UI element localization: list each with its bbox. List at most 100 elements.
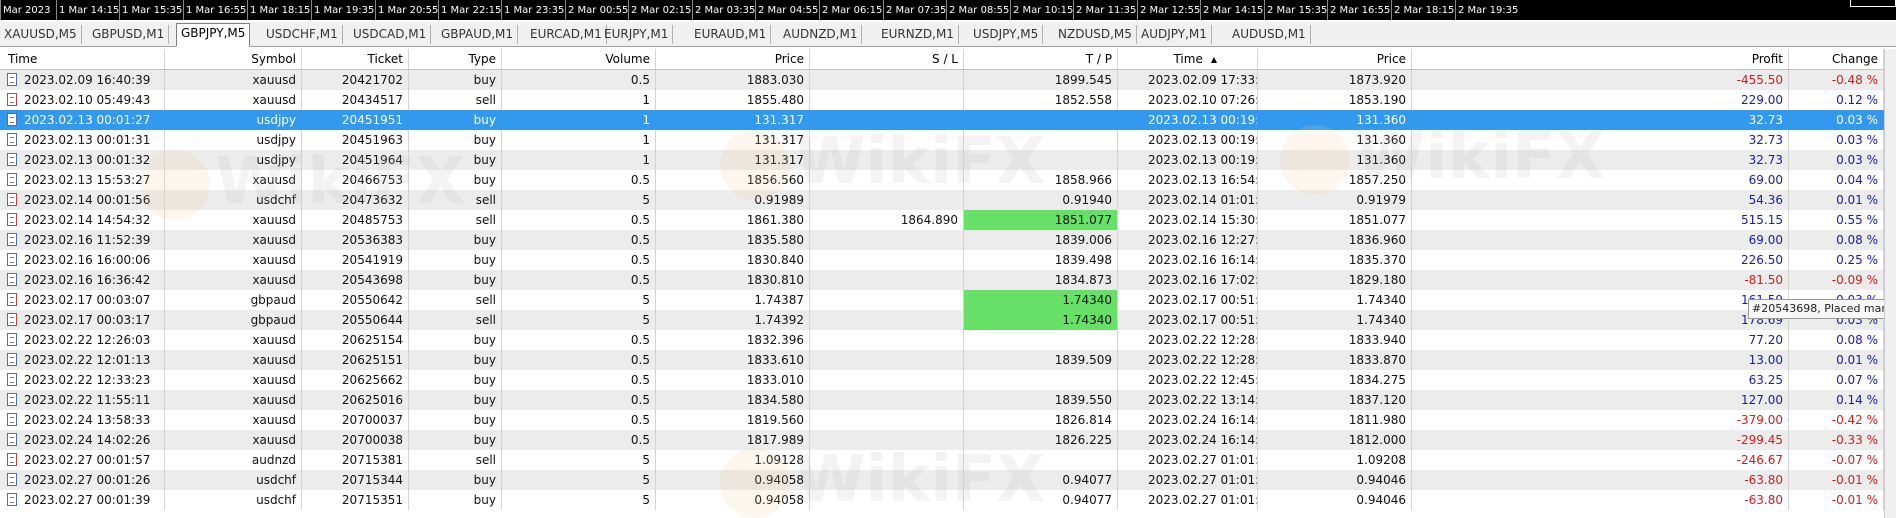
- table-row[interactable]: 2023.02.10 05:49:43 xauusd 20434517 sell 1 18…: [0, 90, 1884, 110]
- cell-symbol: xauusd: [165, 430, 302, 450]
- cell-close-price: 131.360: [1258, 110, 1412, 130]
- header-profit[interactable]: Profit: [1412, 49, 1789, 69]
- cell-price: 1861.380: [656, 210, 810, 230]
- cell-symbol: usdjpy: [165, 110, 302, 130]
- tab-eurcad-m1[interactable]: EURCAD,M1: [526, 25, 607, 44]
- tab-usdcad-m1[interactable]: USDCAD,M1: [349, 25, 432, 44]
- header-type[interactable]: Type: [409, 49, 502, 69]
- tab-usdjpy-m5[interactable]: USDJPY,M5: [969, 25, 1044, 44]
- time-axis-label: 2 Mar 16:55: [1327, 0, 1390, 20]
- header-volume[interactable]: Volume: [502, 49, 656, 69]
- cell-volume: 0.5: [502, 390, 656, 410]
- header-price[interactable]: Price: [656, 49, 810, 69]
- cell-sl: [810, 450, 964, 470]
- order-document-icon: [7, 233, 17, 246]
- tab-gbpusd-m1[interactable]: GBPUSD,M1: [88, 25, 170, 44]
- header-tp[interactable]: T / P: [964, 49, 1118, 69]
- tab-gbpjpy-m5[interactable]: GBPJPY,M5: [176, 23, 251, 47]
- cell-close-time: 2023.02.17 00:51:03: [1118, 310, 1258, 330]
- cell-sl: [810, 350, 964, 370]
- cell-profit: 127.00: [1412, 390, 1789, 410]
- table-row[interactable]: 2023.02.16 11:52:39 xauusd 20536383 buy 0.5 1…: [0, 230, 1884, 250]
- cell-symbol: xauusd: [165, 170, 302, 190]
- cell-ticket: 20421702: [302, 70, 409, 90]
- tab-usdchf-m1[interactable]: USDCHF,M1: [262, 25, 343, 44]
- time-axis-label: 1 Mar 16:55: [183, 0, 246, 20]
- cell-symbol: gbpaud: [165, 290, 302, 310]
- table-row[interactable]: 2023.02.09 16:40:39 xauusd 20421702 buy 0.5 1…: [0, 70, 1884, 90]
- cell-close-time: 2023.02.14 15:30:04: [1118, 210, 1258, 230]
- table-row[interactable]: 2023.02.13 00:01:32 usdjpy 20451964 buy 1 131…: [0, 150, 1884, 170]
- cell-price: 1833.010: [656, 370, 810, 390]
- header-sl[interactable]: S / L: [810, 49, 964, 69]
- table-row[interactable]: 2023.02.27 00:01:26 usdchf 20715344 buy 5 0.9…: [0, 470, 1884, 490]
- cell-close-price: 1833.870: [1258, 350, 1412, 370]
- table-row[interactable]: 2023.02.16 16:36:42 xauusd 20543698 buy 0.5 1…: [0, 270, 1884, 290]
- time-axis-label: 2 Mar 19:35: [1455, 0, 1518, 20]
- header-close-price[interactable]: Price: [1258, 49, 1412, 69]
- cell-close-time: 2023.02.22 12:28:28: [1118, 330, 1258, 350]
- cell-symbol: xauusd: [165, 330, 302, 350]
- header-change[interactable]: Change: [1789, 49, 1884, 69]
- cell-close-price: 1.09208: [1258, 450, 1412, 470]
- order-document-icon: [7, 293, 17, 306]
- table-row[interactable]: 2023.02.22 11:55:11 xauusd 20625016 buy 0.5 1…: [0, 390, 1884, 410]
- table-row[interactable]: 2023.02.17 00:03:07 gbpaud 20550642 sell 5 1.…: [0, 290, 1884, 310]
- order-document-icon: [7, 313, 17, 326]
- order-document-icon: [7, 253, 17, 266]
- cell-change: 0.04 %: [1789, 170, 1884, 190]
- cell-close-price: 1.74340: [1258, 290, 1412, 310]
- time-axis-label: 2 Mar 14:15: [1200, 0, 1263, 20]
- table-row[interactable]: 2023.02.22 12:33:23 xauusd 20625662 buy 0.5 1…: [0, 370, 1884, 390]
- tab-xauusd-m5[interactable]: XAUUSD,M5: [0, 25, 82, 44]
- table-row[interactable]: 2023.02.22 12:26:03 xauusd 20625154 buy 0.5 1…: [0, 330, 1884, 350]
- time-axis-label: 1 Mar 20:55: [375, 0, 438, 20]
- cell-type: buy: [409, 110, 502, 130]
- cell-price: 0.91989: [656, 190, 810, 210]
- table-row[interactable]: 2023.02.24 13:58:33 xauusd 20700037 buy 0.5 1…: [0, 410, 1884, 430]
- cell-symbol: xauusd: [165, 370, 302, 390]
- vertical-scrollbar[interactable]: [1884, 49, 1896, 518]
- table-row[interactable]: 2023.02.16 16:00:06 xauusd 20541919 buy 0.5 1…: [0, 250, 1884, 270]
- table-row[interactable]: 2023.02.27 00:01:57 audnzd 20715381 sell 5 1.…: [0, 450, 1884, 470]
- cell-change: 0.08 %: [1789, 330, 1884, 350]
- cell-profit: 54.36: [1412, 190, 1789, 210]
- cell-symbol: xauusd: [165, 230, 302, 250]
- tab-euraud-m1[interactable]: EURAUD,M1: [690, 25, 772, 44]
- table-row[interactable]: 2023.02.13 00:01:31 usdjpy 20451963 buy 1 131…: [0, 130, 1884, 150]
- cell-close-price: 1.74340: [1258, 310, 1412, 330]
- cell-close-price: 1851.077: [1258, 210, 1412, 230]
- cell-time: 2023.02.13 00:01:32: [0, 150, 165, 170]
- cell-sl: [810, 370, 964, 390]
- cell-price: 1.74387: [656, 290, 810, 310]
- tab-gbpaud-m1[interactable]: GBPAUD,M1: [437, 25, 519, 44]
- table-row[interactable]: 2023.02.14 00:01:56 usdchf 20473632 sell 5 0.…: [0, 190, 1884, 210]
- tab-eurnzd-m1[interactable]: EURNZD,M1: [877, 25, 959, 44]
- tab-nzdusd-m5[interactable]: NZDUSD,M5: [1054, 25, 1137, 44]
- cell-ticket: 20715351: [302, 490, 409, 510]
- tab-audjpy-m1[interactable]: AUDJPY,M1: [1137, 25, 1212, 44]
- tab-audnzd-m1[interactable]: AUDNZD,M1: [779, 25, 863, 44]
- cell-close-time: 2023.02.09 17:33:06: [1118, 70, 1258, 90]
- table-row[interactable]: 2023.02.13 15:53:27 xauusd 20466753 buy 0.5 1…: [0, 170, 1884, 190]
- table-row[interactable]: 2023.02.27 00:01:39 usdchf 20715351 buy 5 0.9…: [0, 490, 1884, 510]
- cell-sl: [810, 70, 964, 90]
- table-row[interactable]: 2023.02.14 14:54:32 xauusd 20485753 sell 0.5…: [0, 210, 1884, 230]
- table-row[interactable]: 2023.02.22 12:01:13 xauusd 20625151 buy 0.5 1…: [0, 350, 1884, 370]
- tab-eurjpy-m1[interactable]: EURJPY,M1: [600, 25, 674, 44]
- table-row[interactable]: 2023.02.13 00:01:27 usdjpy 20451951 buy 1 131…: [0, 110, 1884, 130]
- header-ticket[interactable]: Ticket: [302, 49, 409, 69]
- cell-tp: [964, 150, 1118, 170]
- cell-sl: [810, 130, 964, 150]
- cell-time: 2023.02.22 12:33:23: [0, 370, 165, 390]
- tab-audusd-m1[interactable]: AUDUSD,M1: [1228, 25, 1311, 44]
- header-symbol[interactable]: Symbol: [165, 49, 302, 69]
- table-row[interactable]: 2023.02.17 00:03:17 gbpaud 20550644 sell 5 1.…: [0, 310, 1884, 330]
- cell-close-price: 1837.120: [1258, 390, 1412, 410]
- header-close-time[interactable]: Time ▲: [1118, 49, 1258, 69]
- header-time[interactable]: Time: [0, 49, 165, 69]
- order-document-icon: [7, 453, 17, 466]
- time-axis-label: 2 Mar 18:15: [1391, 0, 1454, 20]
- cell-profit: 63.25: [1412, 370, 1789, 390]
- table-row[interactable]: 2023.02.24 14:02:26 xauusd 20700038 buy 0.5 1…: [0, 430, 1884, 450]
